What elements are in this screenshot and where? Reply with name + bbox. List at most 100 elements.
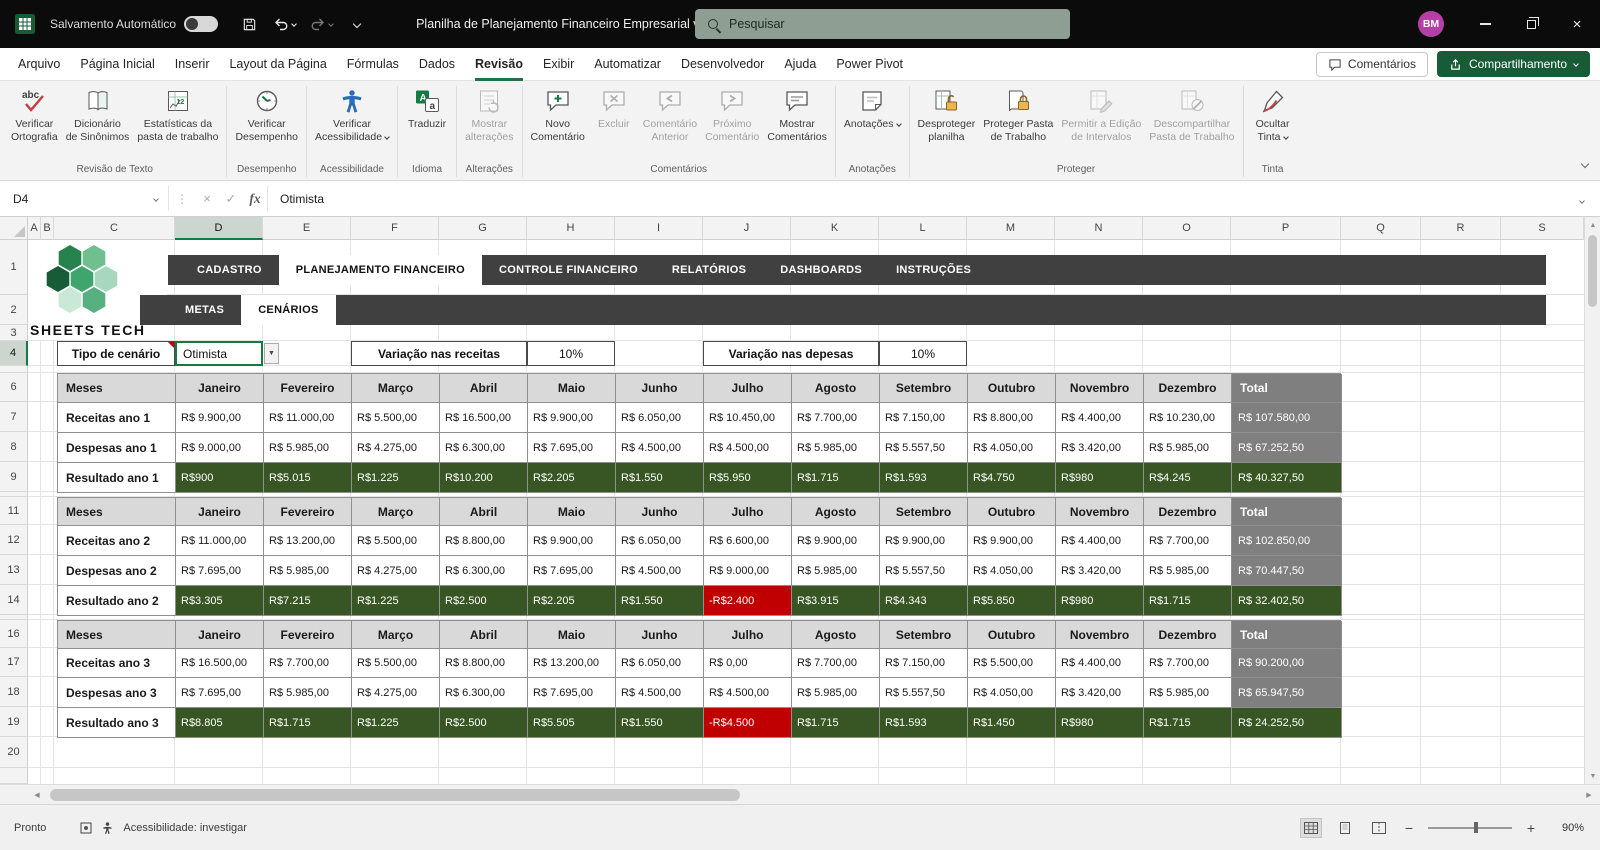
row-header-7[interactable]: 7: [0, 402, 28, 432]
month-header-agosto[interactable]: Agosto: [792, 498, 880, 526]
value-cell[interactable]: R$ 7.695,00: [176, 556, 264, 586]
ribbon-button-verificar-desempenho[interactable]: Verificar Desempenho: [231, 83, 301, 143]
menu-tab-arquivo[interactable]: Arquivo: [8, 48, 70, 81]
value-cell[interactable]: R$ 7.150,00: [880, 403, 968, 433]
document-title[interactable]: Planilha de Planejamento Financeiro Empr…: [416, 17, 726, 31]
value-cell[interactable]: R$ 4.500,00: [704, 433, 792, 463]
zoom-slider-knob[interactable]: [1474, 822, 1478, 833]
value-cell[interactable]: R$ 11.000,00: [264, 403, 352, 433]
total-cell[interactable]: R$ 102.850,00: [1232, 526, 1342, 556]
value-cell[interactable]: R$ 4.050,00: [968, 678, 1056, 708]
ribbon-button-traduzir[interactable]: AaTraduzir: [402, 83, 452, 131]
ribbon-button-verificar-acessibilidade[interactable]: Verificar Acessibilidade: [311, 83, 393, 143]
value-cell[interactable]: R$ 3.420,00: [1056, 678, 1144, 708]
value-cell[interactable]: R$ 5.985,00: [264, 556, 352, 586]
value-cell[interactable]: R$ 4.400,00: [1056, 526, 1144, 556]
menu-tab-automatizar[interactable]: Automatizar: [584, 48, 671, 81]
close-button[interactable]: ×: [1554, 0, 1600, 48]
row-header-8[interactable]: 8: [0, 432, 28, 462]
value-cell[interactable]: R$ 5.500,00: [352, 403, 440, 433]
month-header-julho[interactable]: Julho: [704, 498, 792, 526]
scroll-up-icon[interactable]: ▲: [1585, 217, 1600, 233]
value-cell[interactable]: R$ 9.900,00: [880, 526, 968, 556]
row-label-resultado-ano-1[interactable]: Resultado ano 1: [58, 463, 176, 493]
month-header-setembro[interactable]: Setembro: [880, 374, 968, 403]
select-all-corner[interactable]: [0, 217, 28, 240]
value-cell[interactable]: R$ 5.985,00: [1144, 678, 1232, 708]
value-cell[interactable]: R$ 9.900,00: [528, 403, 616, 433]
column-header-h[interactable]: H: [527, 217, 615, 240]
value-cell[interactable]: R$ 5.985,00: [792, 678, 880, 708]
value-cell[interactable]: R$ 6.300,00: [440, 678, 528, 708]
scroll-right-icon[interactable]: ▶: [1580, 785, 1598, 804]
month-header-maio[interactable]: Maio: [528, 374, 616, 403]
value-cell[interactable]: R$ 5.985,00: [792, 433, 880, 463]
value-cell[interactable]: R$ 4.050,00: [968, 433, 1056, 463]
ribbon-button-proteger-pasta-de-trabalho[interactable]: Proteger Pasta de Trabalho: [979, 83, 1057, 143]
menu-tab-inserir[interactable]: Inserir: [165, 48, 220, 81]
value-cell[interactable]: R$3.915: [792, 586, 880, 616]
value-cell[interactable]: R$4.245: [1144, 463, 1232, 493]
row-label-receitas-ano-2[interactable]: Receitas ano 2: [58, 526, 176, 556]
value-cell[interactable]: R$1.715: [1144, 586, 1232, 616]
search-bar[interactable]: Pesquisar: [695, 9, 1070, 39]
ribbon-button-mostrar-comentarios[interactable]: Mostrar Comentários: [763, 83, 831, 143]
accessibility-status[interactable]: Acessibilidade: investigar: [123, 822, 247, 834]
value-cell[interactable]: R$ 11.000,00: [176, 526, 264, 556]
month-header-junho[interactable]: Junho: [616, 498, 704, 526]
row-header-4[interactable]: 4: [0, 341, 28, 366]
value-cell[interactable]: R$ 16.500,00: [440, 403, 528, 433]
scroll-left-icon[interactable]: ◀: [28, 785, 46, 804]
value-cell[interactable]: R$ 7.695,00: [176, 678, 264, 708]
value-cell[interactable]: R$5.850: [968, 586, 1056, 616]
total-cell[interactable]: R$ 65.947,50: [1232, 678, 1342, 708]
row-label-despesas-ano-1[interactable]: Despesas ano 1: [58, 433, 176, 463]
total-cell[interactable]: R$ 107.580,00: [1232, 403, 1342, 433]
column-header-k[interactable]: K: [791, 217, 879, 240]
value-cell[interactable]: R$1.593: [880, 463, 968, 493]
month-header-junho[interactable]: Junho: [616, 621, 704, 649]
accessibility-status-icon[interactable]: [102, 822, 113, 834]
macro-record-icon[interactable]: [80, 822, 92, 834]
value-cell[interactable]: R$ 0,00: [704, 649, 792, 678]
column-header-a[interactable]: A: [28, 217, 41, 240]
value-cell[interactable]: R$ 9.900,00: [176, 403, 264, 433]
months-header[interactable]: Meses: [58, 498, 176, 526]
minimize-button[interactable]: [1462, 0, 1508, 48]
normal-view-icon[interactable]: [1300, 818, 1322, 838]
value-cell[interactable]: R$10.200: [440, 463, 528, 493]
months-header[interactable]: Meses: [58, 374, 176, 403]
value-cell[interactable]: R$1.225: [352, 463, 440, 493]
value-cell[interactable]: R$2.500: [440, 708, 528, 738]
value-cell[interactable]: R$980: [1056, 708, 1144, 738]
menu-tab-power-pivot[interactable]: Power Pivot: [826, 48, 913, 81]
month-header-maio[interactable]: Maio: [528, 498, 616, 526]
menu-tab-revisao[interactable]: Revisão: [465, 48, 533, 81]
month-header-fevereiro[interactable]: Fevereiro: [264, 374, 352, 403]
value-cell[interactable]: R$1.715: [792, 463, 880, 493]
ribbon-button-desproteger-planilha[interactable]: Desproteger planilha: [914, 83, 980, 143]
undo-icon[interactable]: [270, 9, 299, 39]
row-header-9[interactable]: 9: [0, 462, 28, 492]
month-header-fevereiro[interactable]: Fevereiro: [264, 498, 352, 526]
month-header-marco[interactable]: Março: [352, 621, 440, 649]
value-cell[interactable]: R$5.950: [704, 463, 792, 493]
value-cell[interactable]: R$2.205: [528, 586, 616, 616]
total-cell[interactable]: R$ 24.252,50: [1232, 708, 1342, 738]
month-header-outubro[interactable]: Outubro: [968, 374, 1056, 403]
ribbon-button-novo-comentario[interactable]: Novo Comentário: [527, 83, 589, 143]
total-cell[interactable]: R$ 90.200,00: [1232, 649, 1342, 678]
month-header-agosto[interactable]: Agosto: [792, 621, 880, 649]
column-header-r[interactable]: R: [1421, 217, 1501, 240]
column-header-p[interactable]: P: [1231, 217, 1341, 240]
total-header[interactable]: Total: [1232, 374, 1342, 403]
month-header-dezembro[interactable]: Dezembro: [1144, 374, 1232, 403]
column-header-e[interactable]: E: [263, 217, 351, 240]
value-cell[interactable]: R$ 6.050,00: [616, 403, 704, 433]
value-cell[interactable]: R$ 7.700,00: [792, 649, 880, 678]
value-cell[interactable]: R$ 5.557,50: [880, 678, 968, 708]
value-cell[interactable]: R$5.015: [264, 463, 352, 493]
value-cell[interactable]: R$ 6.600,00: [704, 526, 792, 556]
value-cell[interactable]: R$1.225: [352, 586, 440, 616]
value-cell[interactable]: R$1.550: [616, 586, 704, 616]
